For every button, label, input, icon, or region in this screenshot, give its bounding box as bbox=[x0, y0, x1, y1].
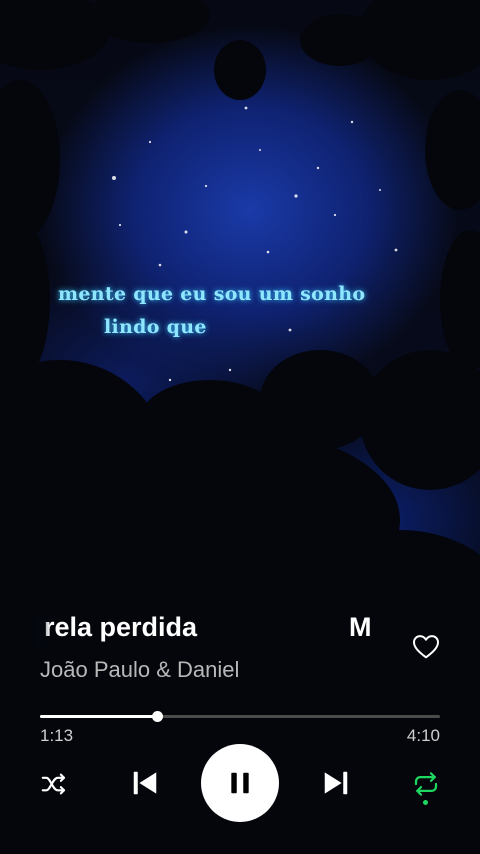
pause-icon bbox=[231, 772, 249, 794]
pause-button[interactable] bbox=[201, 744, 279, 822]
artist-name[interactable]: João Paulo & Daniel bbox=[40, 657, 239, 683]
track-title: rela perdida bbox=[44, 612, 198, 642]
heart-outline-icon bbox=[413, 635, 439, 659]
progress-fill bbox=[40, 715, 157, 718]
shuffle-icon bbox=[41, 773, 66, 795]
repeat-active-indicator bbox=[423, 800, 428, 805]
title-fade bbox=[36, 612, 50, 652]
lyric-line-current: mente que eu sou um sonho bbox=[58, 283, 366, 305]
time-total: 4:10 bbox=[406, 726, 440, 745]
previous-button[interactable] bbox=[127, 764, 163, 802]
progress-thumb[interactable] bbox=[151, 711, 163, 722]
lyric-line-next: lindo que bbox=[104, 316, 207, 338]
repeat-icon bbox=[414, 772, 438, 796]
like-button[interactable] bbox=[410, 630, 442, 662]
progress-bar[interactable] bbox=[40, 711, 440, 722]
track-title-marquee: rela perdida M bbox=[0, 612, 400, 652]
track-title-wrap-fragment: M bbox=[349, 612, 372, 642]
shuffle-button[interactable] bbox=[38, 768, 70, 800]
skip-previous-icon bbox=[133, 771, 157, 795]
repeat-button[interactable] bbox=[408, 766, 444, 802]
time-elapsed: 1:13 bbox=[40, 726, 74, 745]
next-button[interactable] bbox=[318, 764, 354, 802]
lyric-sung-part: lindo que bbox=[104, 316, 207, 338]
skip-next-icon bbox=[324, 771, 348, 795]
